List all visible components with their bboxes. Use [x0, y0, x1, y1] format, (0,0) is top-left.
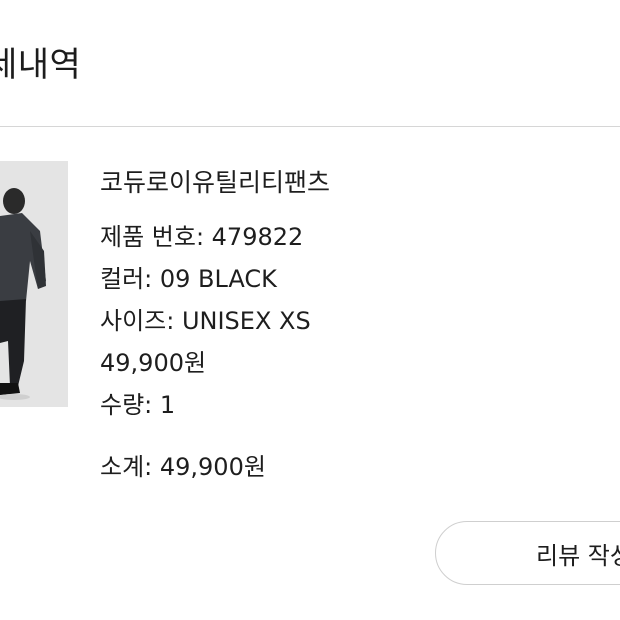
product-quantity: 수량: 1: [100, 391, 176, 419]
product-number: 제품 번호: 479822: [100, 223, 304, 251]
page-title: 세내역: [0, 45, 82, 85]
product-thumbnail[interactable]: [0, 161, 68, 407]
write-review-button[interactable]: 리뷰 작성: [435, 521, 620, 585]
product-price: 49,900원: [100, 349, 207, 377]
order-detail-page: 세내역 코듀로이유틸리티팬츠 제품 번호: 479822 컬러: 09 BLAC…: [0, 0, 620, 620]
product-photo-icon: [0, 161, 68, 407]
product-color: 컬러: 09 BLACK: [100, 265, 277, 293]
item-subtotal: 소계: 49,900원: [100, 453, 266, 481]
header-divider: [0, 126, 620, 127]
product-size: 사이즈: UNISEX XS: [100, 307, 311, 335]
product-name[interactable]: 코듀로이유틸리티팬츠: [100, 167, 330, 199]
